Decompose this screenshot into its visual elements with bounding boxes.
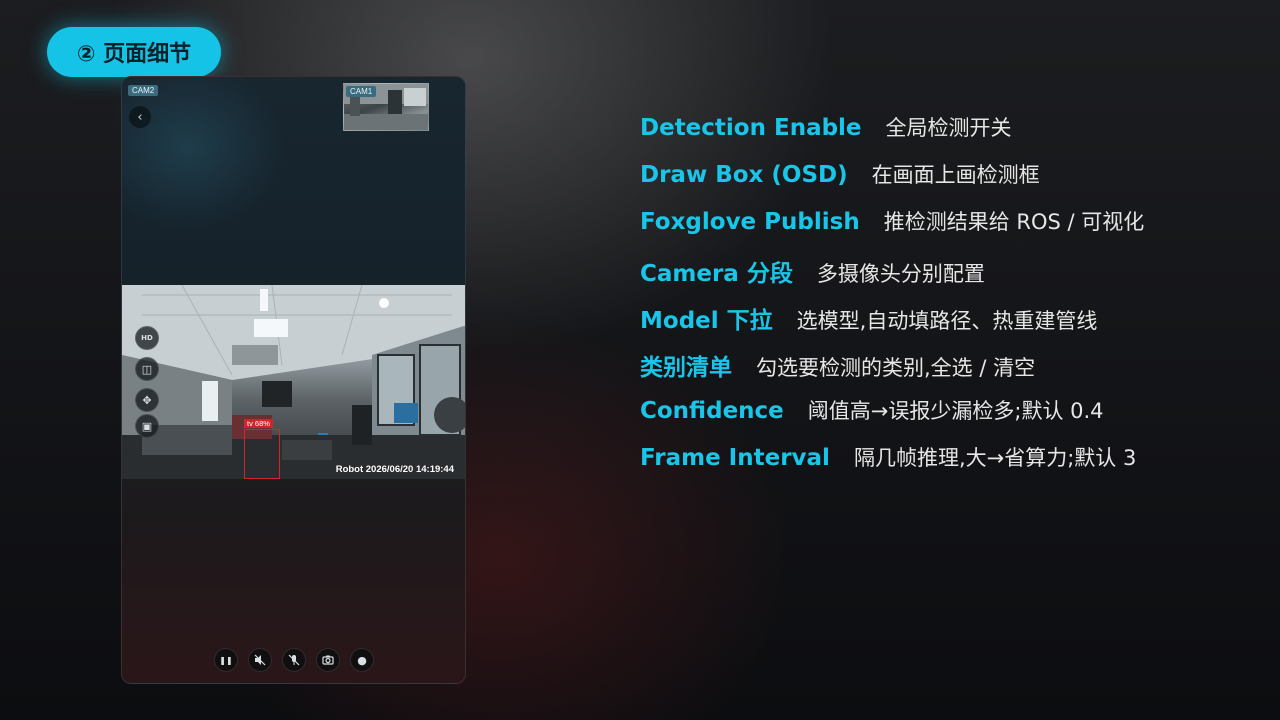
detection-label: tv 68% xyxy=(244,419,273,428)
mute-speaker-button[interactable] xyxy=(248,648,272,672)
feature-row-camera-section: Camera 分段 多摄像头分别配置 xyxy=(640,254,1144,301)
back-button[interactable]: ‹ xyxy=(129,106,151,128)
hd-icon: HD xyxy=(141,334,153,342)
chevron-left-icon: ‹ xyxy=(137,109,143,125)
feature-desc: 选模型,自动填路径、热重建管线 xyxy=(796,308,1098,333)
detection-box xyxy=(244,429,280,479)
osd-timestamp: Robot 2026/06/20 14:19:44 xyxy=(335,464,454,475)
pip-camera-view[interactable]: CAM1 xyxy=(343,83,429,131)
split-screen-icon: ◫ xyxy=(141,362,153,376)
picture-in-picture-icon: ▣ xyxy=(141,419,153,433)
picture-in-picture-button[interactable]: ▣ xyxy=(135,414,159,438)
section-title: ② 页面细节 xyxy=(76,42,192,67)
feature-desc: 勾选要检测的类别,全选 / 清空 xyxy=(756,355,1036,380)
split-screen-button[interactable]: ◫ xyxy=(135,357,159,381)
record-button[interactable]: ● xyxy=(350,648,374,672)
feature-desc: 隔几帧推理,大→省算力;默认 3 xyxy=(853,446,1137,471)
speaker-muted-icon xyxy=(254,654,266,666)
feature-key: Frame Interval xyxy=(640,445,830,472)
feature-row-detection-enable: Detection Enable 全局检测开关 xyxy=(640,112,1144,159)
office-scene-image xyxy=(122,285,465,479)
feature-desc: 推检测结果给 ROS / 可视化 xyxy=(883,210,1145,235)
pause-icon: ❚❚ xyxy=(219,655,233,665)
feature-row-model-dropdown: Model 下拉 选模型,自动填路径、热重建管线 xyxy=(640,301,1144,348)
feature-key: Detection Enable xyxy=(640,115,862,141)
move-icon: ✥ xyxy=(142,393,152,407)
pip-camera-badge: CAM1 xyxy=(346,86,377,97)
feature-desc: 阈值高→误报少漏检多;默认 0.4 xyxy=(807,399,1104,424)
feature-desc: 全局检测开关 xyxy=(885,116,1012,140)
camera-icon xyxy=(322,655,334,665)
feature-key: Camera 分段 xyxy=(640,260,793,287)
feature-row-foxglove-publish: Foxglove Publish 推检测结果给 ROS / 可视化 xyxy=(640,206,1144,253)
mic-muted-icon xyxy=(288,654,300,666)
main-camera-view[interactable]: tv 68% Robot 2026/06/20 14:19:44 xyxy=(122,285,465,479)
record-icon: ● xyxy=(357,653,367,667)
feature-key: Model 下拉 xyxy=(640,307,773,334)
feature-key: Confidence xyxy=(640,398,784,425)
move-button[interactable]: ✥ xyxy=(135,388,159,412)
feature-row-draw-box: Draw Box (OSD) 在画面上画检测框 xyxy=(640,159,1144,206)
feature-desc: 多摄像头分别配置 xyxy=(816,261,985,286)
feature-list: Detection Enable 全局检测开关 Draw Box (OSD) 在… xyxy=(640,112,1144,490)
main-camera-badge: CAM2 xyxy=(128,85,159,96)
section-title-pill: ② 页面细节 xyxy=(47,27,221,77)
pause-button[interactable]: ❚❚ xyxy=(214,648,238,672)
mute-mic-button[interactable] xyxy=(282,648,306,672)
feature-key: 类别清单 xyxy=(640,354,732,381)
hd-button[interactable]: HD xyxy=(135,326,159,350)
feature-key: Draw Box (OSD) xyxy=(640,162,848,189)
feature-row-class-list: 类别清单 勾选要检测的类别,全选 / 清空 xyxy=(640,348,1144,395)
phone-preview: CAM2 ‹ CAM1 tv 68% Robot 2026/06/20 14:1… xyxy=(121,76,466,684)
snapshot-button[interactable] xyxy=(316,648,340,672)
feature-desc: 在画面上画检测框 xyxy=(871,163,1040,188)
feature-key: Foxglove Publish xyxy=(640,209,860,236)
feature-row-frame-interval: Frame Interval 隔几帧推理,大→省算力;默认 3 xyxy=(640,442,1144,489)
feature-row-confidence: Confidence 阈值高→误报少漏检多;默认 0.4 xyxy=(640,395,1144,442)
